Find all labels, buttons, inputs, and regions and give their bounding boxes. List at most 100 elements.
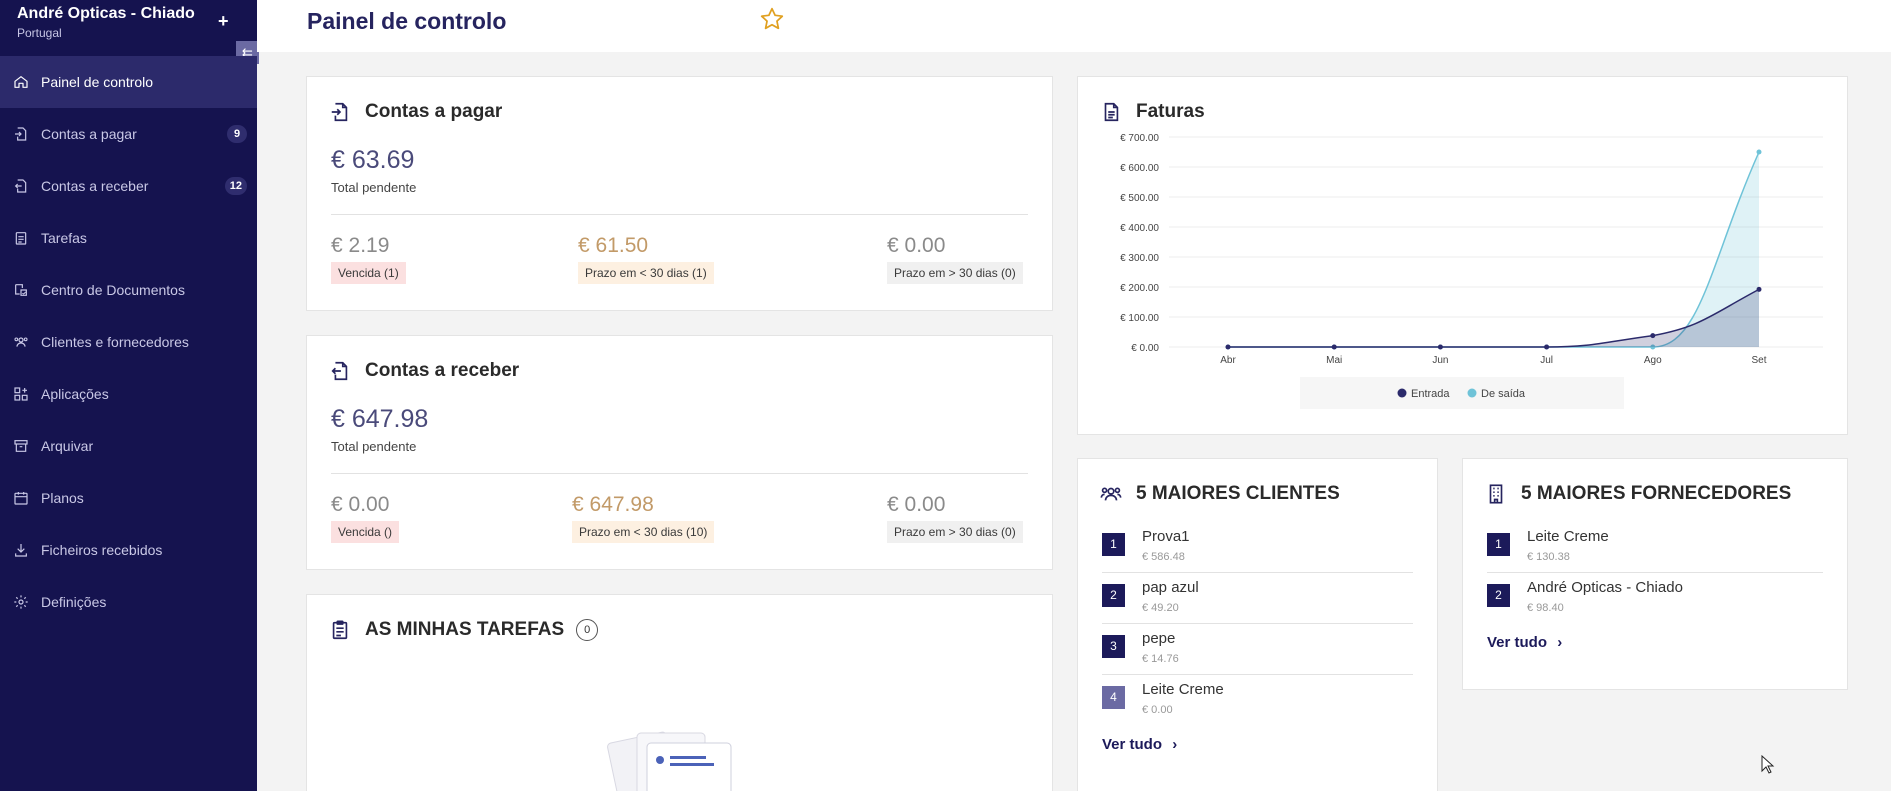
sidebar-item-arquivar[interactable]: Arquivar — [0, 420, 257, 472]
rank-number: 2 — [1102, 584, 1125, 607]
top-clients-card: 5 MAIORES CLIENTES 1 Prova1 € 586.48 2 pap a… — [1077, 458, 1438, 791]
series-area-saida — [1228, 152, 1759, 347]
legend-label: Entrada — [1411, 388, 1450, 400]
top-clients-list: 1 Prova1 € 586.48 2 pap azul € 49.20 3 pepe € 14… — [1102, 522, 1413, 726]
file-import-icon — [331, 102, 348, 122]
entity-value: € 49.20 — [1142, 602, 1179, 614]
page-title: Painel de controlo — [307, 8, 507, 34]
payables-later[interactable]: € 0.00 Prazo em > 30 dias (0) — [887, 234, 1023, 284]
payables-overdue-label: Vencida (1) — [331, 262, 406, 284]
divider — [331, 214, 1028, 215]
y-tick-label: € 600.00 — [1120, 163, 1159, 174]
top-clients-see-all-link[interactable]: Ver tudo › — [1102, 736, 1177, 753]
series-area-entrada — [1228, 289, 1759, 347]
data-point — [1756, 286, 1762, 292]
x-tick-label: Mai — [1326, 355, 1342, 366]
entity-value: € 130.38 — [1527, 551, 1570, 563]
apps-icon — [13, 386, 29, 402]
list-item[interactable]: 2 André Opticas - Chiado € 98.40 — [1487, 573, 1823, 624]
star-icon[interactable] — [759, 6, 785, 32]
payables-soon[interactable]: € 61.50 Prazo em < 30 dias (1) — [578, 234, 714, 284]
invoices-card: Faturas € 0.00 € 100.00 € 200.00 € 300.00 € … — [1077, 76, 1848, 435]
clipboard-icon — [13, 230, 29, 246]
payables-later-label: Prazo em > 30 dias (0) — [887, 262, 1023, 284]
receivables-later[interactable]: € 0.00 Prazo em > 30 dias (0) — [887, 493, 1023, 543]
payables-total: € 63.69 — [331, 146, 415, 174]
payables-later-amount: € 0.00 — [887, 234, 946, 257]
list-item[interactable]: 1 Prova1 € 586.48 — [1102, 522, 1413, 573]
payables-title: Contas a pagar — [365, 101, 503, 122]
y-tick-label: € 700.00 — [1120, 133, 1159, 144]
add-company-button[interactable]: + — [218, 11, 229, 32]
sidebar-item-label: Painel de controlo — [41, 74, 154, 90]
sidebar-menu: Painel de controlo Contas a pagar 9 Contas … — [0, 56, 257, 628]
company-name: André Opticas - Chiado — [17, 5, 195, 22]
invoices-chart[interactable]: € 0.00 € 100.00 € 200.00 € 300.00 € 400.00 € … — [1078, 77, 1849, 436]
sidebar-item-contas-a-pagar[interactable]: Contas a pagar 9 — [0, 108, 257, 160]
entity-name: André Opticas - Chiado — [1527, 579, 1683, 596]
top-suppliers-list: 1 Leite Creme € 130.38 2 André Opticas - Chi… — [1487, 522, 1823, 624]
divider — [331, 473, 1028, 474]
legend-marker — [1467, 388, 1477, 398]
sidebar-item-label: Contas a pagar — [41, 126, 137, 142]
entity-name: pepe — [1142, 630, 1176, 647]
sidebar-item-tarefas[interactable]: Tarefas — [0, 212, 257, 264]
tasks-title: AS MINHAS TAREFAS — [365, 619, 565, 640]
sidebar-item-label: Tarefas — [41, 230, 87, 246]
receivables-overdue[interactable]: € 0.00 Vencida () — [331, 493, 400, 543]
list-item[interactable]: 2 pap azul € 49.20 — [1102, 573, 1413, 624]
receivables-later-label: Prazo em > 30 dias (0) — [887, 521, 1023, 543]
sidebar-item-label: Clientes e fornecedores — [41, 334, 189, 350]
data-point — [1225, 344, 1231, 350]
clipboard-icon — [332, 620, 348, 640]
sidebar-item-label: Centro de Documentos — [41, 282, 185, 298]
company-country: Portugal — [17, 26, 62, 40]
sidebar-item-label: Definições — [41, 594, 107, 610]
x-tick-label: Set — [1751, 355, 1766, 366]
calendar-icon — [13, 490, 29, 506]
count-badge: 9 — [227, 125, 247, 143]
rank-number: 1 — [1487, 533, 1510, 556]
download-icon — [13, 542, 29, 558]
receivables-overdue-label: Vencida () — [331, 521, 400, 543]
sidebar-item-label: Planos — [41, 490, 84, 506]
tasks-card: AS MINHAS TAREFAS 0 — [306, 594, 1053, 791]
sidebar-item-label: Ficheiros recebidos — [41, 542, 163, 558]
entity-value: € 98.40 — [1527, 602, 1564, 614]
y-tick-label: € 400.00 — [1120, 223, 1159, 234]
sidebar-item-contas-a-receber[interactable]: Contas a receber 12 — [0, 160, 257, 212]
file-export-icon — [331, 361, 348, 381]
receivables-soon[interactable]: € 647.98 Prazo em < 30 dias (10) — [572, 493, 715, 543]
top-suppliers-see-all-link[interactable]: Ver tudo › — [1487, 634, 1562, 651]
empty-documents-icon — [607, 731, 732, 791]
list-item[interactable]: 4 Leite Creme € 0.00 — [1102, 675, 1413, 726]
sidebar-item-centro-de-documentos[interactable]: Centro de Documentos — [0, 264, 257, 316]
rank-number: 2 — [1487, 584, 1510, 607]
receivables-card: Contas a receber € 647.98 Total pendente… — [306, 335, 1053, 570]
chevron-right-icon: › — [1557, 634, 1563, 651]
rank-number: 3 — [1102, 635, 1125, 658]
receivables-soon-label: Prazo em < 30 dias (10) — [572, 521, 715, 543]
sidebar-item-aplicacoes[interactable]: Aplicações — [0, 368, 257, 420]
data-point — [1331, 344, 1337, 350]
payables-overdue[interactable]: € 2.19 Vencida (1) — [331, 234, 406, 284]
list-item[interactable]: 3 pepe € 14.76 — [1102, 624, 1413, 675]
sidebar-item-painel-de-controlo[interactable]: Painel de controlo — [0, 56, 257, 108]
sidebar-item-label: Aplicações — [41, 386, 109, 402]
tasks-count-badge: 0 — [576, 619, 599, 641]
file-import-icon — [13, 126, 29, 142]
sidebar-item-clientes-e-fornecedores[interactable]: Clientes e fornecedores — [0, 316, 257, 368]
receivables-soon-amount: € 647.98 — [572, 493, 654, 516]
sidebar-item-planos[interactable]: Planos — [0, 472, 257, 524]
payables-card: Contas a pagar € 63.69 Total pendente € … — [306, 76, 1053, 311]
entity-name: Leite Creme — [1527, 528, 1609, 545]
sidebar-item-definicoes[interactable]: Definições — [0, 576, 257, 628]
sidebar-item-label: Contas a receber — [41, 178, 149, 194]
list-item[interactable]: 1 Leite Creme € 130.38 — [1487, 522, 1823, 573]
entity-name: pap azul — [1142, 579, 1199, 596]
home-icon — [13, 74, 29, 90]
legend-box — [1300, 377, 1624, 409]
data-point — [1756, 149, 1762, 155]
sidebar-item-ficheiros-recebidos[interactable]: Ficheiros recebidos — [0, 524, 257, 576]
company-info[interactable]: André Opticas - Chiado Portugal — [17, 5, 217, 40]
